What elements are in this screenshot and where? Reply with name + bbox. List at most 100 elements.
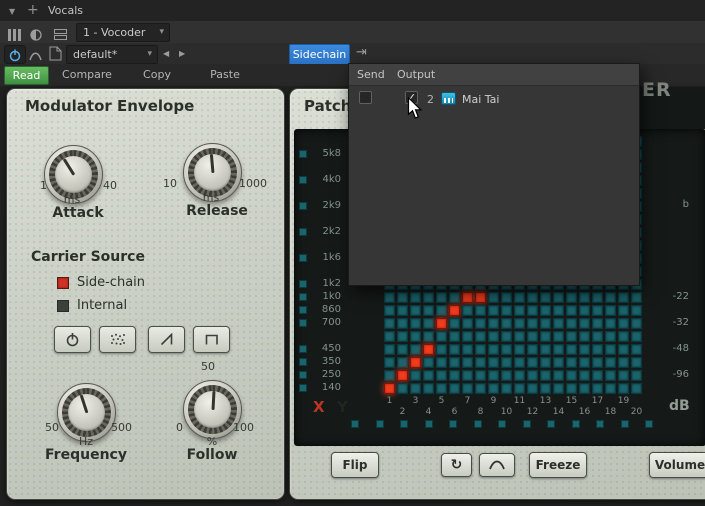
instrument-selector[interactable]: 1 - Vocoder ▾	[76, 23, 170, 42]
band-indicator[interactable]	[299, 358, 307, 366]
column-indicator[interactable]	[351, 420, 359, 428]
matrix-cell[interactable]	[553, 357, 564, 368]
matrix-cell[interactable]	[566, 357, 577, 368]
matrix-cell[interactable]	[514, 357, 525, 368]
previous-preset-button[interactable]: ◀	[163, 49, 169, 58]
band-indicator[interactable]	[299, 384, 307, 392]
matrix-cell[interactable]	[618, 370, 629, 381]
band-indicator[interactable]	[299, 293, 307, 301]
matrix-cell[interactable]	[579, 305, 590, 316]
column-indicator[interactable]	[645, 420, 653, 428]
matrix-cell[interactable]	[605, 370, 616, 381]
band-indicator[interactable]	[299, 280, 307, 288]
copy-button[interactable]: Copy	[126, 66, 188, 83]
column-indicator[interactable]	[621, 420, 629, 428]
matrix-cell[interactable]	[501, 383, 512, 394]
matrix-cell[interactable]	[475, 305, 486, 316]
matrix-cell[interactable]	[449, 383, 460, 394]
matrix-cell[interactable]	[501, 344, 512, 355]
collapse-arrow-icon[interactable]: ▼	[9, 7, 15, 16]
flip-button[interactable]: Flip	[331, 452, 379, 478]
plugin-power-button[interactable]	[4, 45, 26, 64]
matrix-cell[interactable]	[553, 305, 564, 316]
curve-button[interactable]	[479, 453, 515, 477]
matrix-cell[interactable]	[631, 331, 642, 342]
matrix-cell[interactable]	[631, 370, 642, 381]
matrix-cell[interactable]	[449, 318, 460, 329]
matrix-cell[interactable]	[540, 383, 551, 394]
matrix-cell[interactable]	[631, 292, 642, 303]
power-button[interactable]	[54, 326, 91, 353]
matrix-cell[interactable]	[423, 331, 434, 342]
matrix-cell[interactable]	[462, 344, 473, 355]
matrix-cell[interactable]	[605, 357, 616, 368]
matrix-cell[interactable]	[462, 357, 473, 368]
matrix-cell[interactable]	[566, 305, 577, 316]
band-indicator[interactable]	[299, 306, 307, 314]
matrix-cell[interactable]	[449, 331, 460, 342]
matrix-cell[interactable]	[410, 331, 421, 342]
matrix-cell[interactable]	[605, 383, 616, 394]
matrix-cell[interactable]	[384, 331, 395, 342]
matrix-cell[interactable]	[501, 305, 512, 316]
matrix-cell[interactable]	[540, 370, 551, 381]
matrix-cell[interactable]	[397, 383, 408, 394]
matrix-cell[interactable]	[410, 292, 421, 303]
band-indicator[interactable]	[299, 254, 307, 262]
matrix-cell[interactable]	[397, 292, 408, 303]
matrix-cell[interactable]	[449, 357, 460, 368]
matrix-cell[interactable]	[449, 292, 460, 303]
band-indicator[interactable]	[299, 345, 307, 353]
matrix-cell[interactable]	[566, 383, 577, 394]
matrix-cell[interactable]	[579, 357, 590, 368]
matrix-cell[interactable]	[553, 370, 564, 381]
frequency-knob[interactable]	[57, 383, 116, 442]
matrix-cell[interactable]	[423, 344, 434, 355]
matrix-cell[interactable]	[592, 331, 603, 342]
matrix-cell[interactable]	[579, 383, 590, 394]
column-indicator[interactable]	[572, 420, 580, 428]
matrix-cell[interactable]	[527, 331, 538, 342]
matrix-cell[interactable]	[540, 344, 551, 355]
matrix-cell[interactable]	[527, 370, 538, 381]
matrix-cell[interactable]	[475, 292, 486, 303]
matrix-cell[interactable]	[540, 318, 551, 329]
sidechain-button[interactable]: Sidechain	[289, 44, 350, 65]
matrix-cell[interactable]	[514, 292, 525, 303]
matrix-cell[interactable]	[553, 383, 564, 394]
matrix-cell[interactable]	[566, 331, 577, 342]
matrix-cell[interactable]	[410, 344, 421, 355]
band-indicator[interactable]	[299, 319, 307, 327]
band-indicator[interactable]	[299, 150, 307, 158]
routing-icon[interactable]: ⇥	[356, 45, 367, 60]
matrix-cell[interactable]	[397, 331, 408, 342]
matrix-cell[interactable]	[592, 370, 603, 381]
matrix-cell[interactable]	[475, 370, 486, 381]
matrix-cell[interactable]	[397, 370, 408, 381]
matrix-cell[interactable]	[618, 383, 629, 394]
matrix-cell[interactable]	[384, 370, 395, 381]
volume-button[interactable]: Volume	[649, 452, 705, 478]
matrix-cell[interactable]	[410, 357, 421, 368]
matrix-cell[interactable]	[579, 344, 590, 355]
freeze-button[interactable]: Freeze	[529, 452, 587, 478]
matrix-cell[interactable]	[436, 357, 447, 368]
matrix-cell[interactable]	[592, 318, 603, 329]
matrix-cell[interactable]	[410, 370, 421, 381]
matrix-cell[interactable]	[488, 305, 499, 316]
matrix-cell[interactable]	[423, 305, 434, 316]
band-indicator[interactable]	[299, 371, 307, 379]
column-indicator[interactable]	[498, 420, 506, 428]
paste-button[interactable]: Paste	[192, 66, 258, 83]
matrix-cell[interactable]	[397, 305, 408, 316]
x-axis-toggle[interactable]: X	[313, 398, 325, 416]
column-indicator[interactable]	[376, 420, 384, 428]
matrix-cell[interactable]	[436, 292, 447, 303]
matrix-cell[interactable]	[423, 383, 434, 394]
matrix-cell[interactable]	[488, 383, 499, 394]
matrix-cell[interactable]	[475, 357, 486, 368]
matrix-cell[interactable]	[501, 370, 512, 381]
matrix-cell[interactable]	[527, 357, 538, 368]
matrix-cell[interactable]	[475, 383, 486, 394]
matrix-cell[interactable]	[436, 383, 447, 394]
